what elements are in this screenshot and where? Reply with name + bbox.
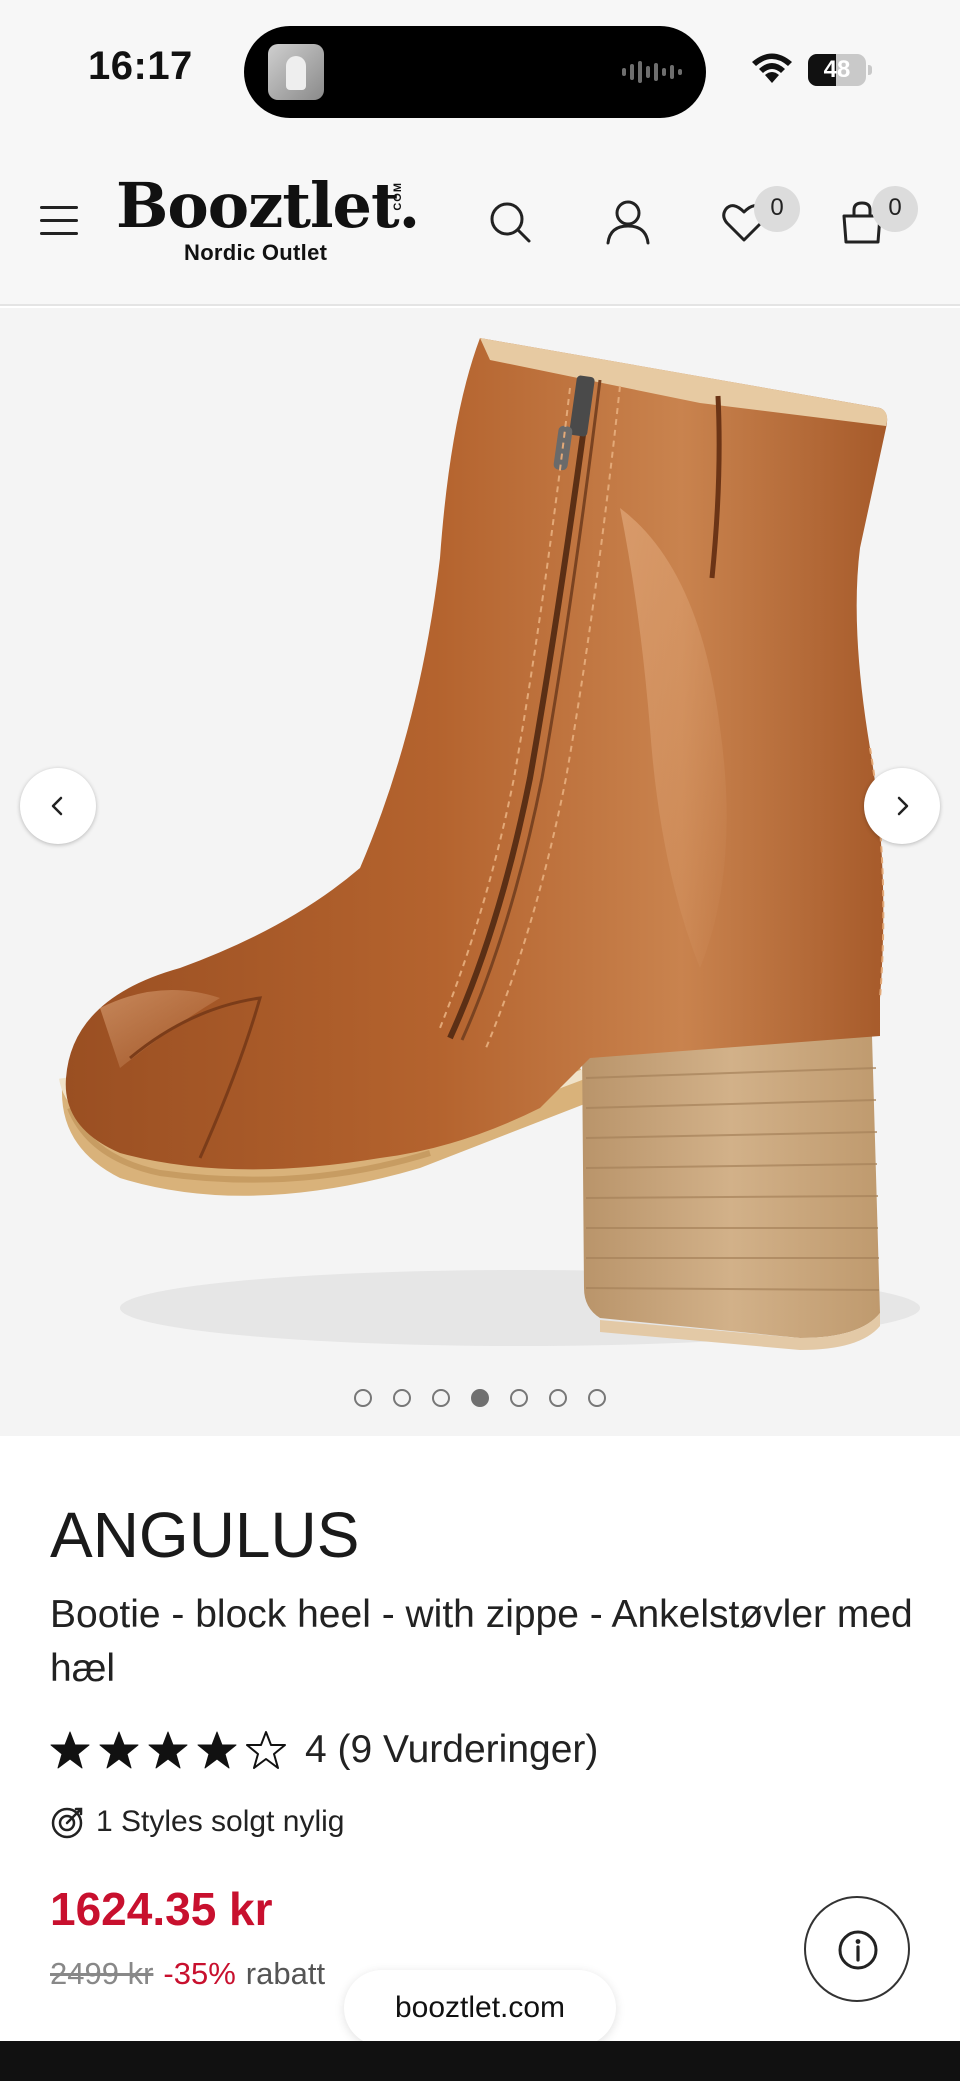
pagination-dot[interactable] bbox=[393, 1389, 411, 1407]
pagination-dot[interactable] bbox=[549, 1389, 567, 1407]
product-brand[interactable]: ANGULUS bbox=[50, 1498, 359, 1572]
gallery-pagination bbox=[0, 1389, 960, 1411]
target-icon bbox=[51, 1807, 83, 1839]
browser-url-bar[interactable]: booztlet.com bbox=[344, 1970, 616, 2046]
pagination-dot[interactable] bbox=[354, 1389, 372, 1407]
product-image[interactable] bbox=[0, 308, 960, 1436]
pagination-dot[interactable] bbox=[588, 1389, 606, 1407]
status-bar: 16:17 48 bbox=[0, 0, 960, 140]
star-filled-icon bbox=[50, 1731, 90, 1769]
info-button[interactable] bbox=[804, 1896, 910, 2002]
product-title: Bootie - block heel - with zippe - Ankel… bbox=[50, 1593, 913, 1690]
rating-text: 4 (9 Vurderinger) bbox=[305, 1728, 599, 1771]
chevron-left-icon bbox=[51, 796, 63, 816]
star-filled-icon bbox=[99, 1731, 139, 1769]
price-comparison: 2499 kr -35% rabatt bbox=[50, 1956, 325, 1992]
logo-suffix: COM bbox=[392, 182, 404, 211]
wifi-icon bbox=[752, 53, 792, 83]
pagination-dot[interactable] bbox=[510, 1389, 528, 1407]
product-rating[interactable]: 4 (9 Vurderinger) bbox=[50, 1722, 598, 1778]
info-icon bbox=[838, 1930, 878, 1970]
logo-subtitle: Nordic Outlet bbox=[184, 240, 328, 265]
pagination-dot[interactable] bbox=[432, 1389, 450, 1407]
cart-count-badge: 0 bbox=[872, 186, 918, 232]
status-time: 16:17 bbox=[88, 44, 193, 88]
star-filled-icon bbox=[148, 1731, 188, 1769]
account-icon[interactable] bbox=[604, 198, 652, 246]
pagination-dot[interactable] bbox=[471, 1389, 489, 1407]
next-image-button[interactable] bbox=[864, 768, 940, 844]
discount-label: rabatt bbox=[245, 1956, 326, 1991]
menu-icon[interactable] bbox=[40, 206, 78, 236]
battery-level: 48 bbox=[823, 56, 851, 83]
sold-text: 1 Styles solgt nylig bbox=[96, 1805, 345, 1838]
recently-sold-notice: 1 Styles solgt nylig bbox=[50, 1800, 344, 1844]
battery-icon: 48 bbox=[808, 54, 872, 86]
product-gallery[interactable] bbox=[0, 308, 960, 1436]
browser-bottom-bar bbox=[0, 2041, 960, 2081]
dynamic-island[interactable] bbox=[244, 26, 706, 118]
current-price: 1624.35 kr bbox=[50, 1883, 273, 1935]
now-playing-thumbnail bbox=[268, 44, 324, 100]
previous-image-button[interactable] bbox=[20, 768, 96, 844]
star-empty-icon bbox=[246, 1731, 286, 1769]
original-price: 2499 kr bbox=[50, 1956, 154, 1991]
logo-wordmark: Booztlet. bbox=[116, 169, 420, 242]
audio-wave-icon bbox=[622, 60, 682, 84]
search-icon[interactable] bbox=[486, 198, 534, 246]
site-header: Booztlet. COM Nordic Outlet 0 0 bbox=[0, 140, 960, 306]
star-filled-icon bbox=[197, 1731, 237, 1769]
discount-percent: -35% bbox=[163, 1956, 236, 1991]
rating-stars bbox=[50, 1730, 295, 1770]
site-logo[interactable]: Booztlet. COM Nordic Outlet bbox=[116, 169, 420, 270]
wishlist-count-badge: 0 bbox=[754, 186, 800, 232]
chevron-right-icon bbox=[897, 796, 909, 816]
